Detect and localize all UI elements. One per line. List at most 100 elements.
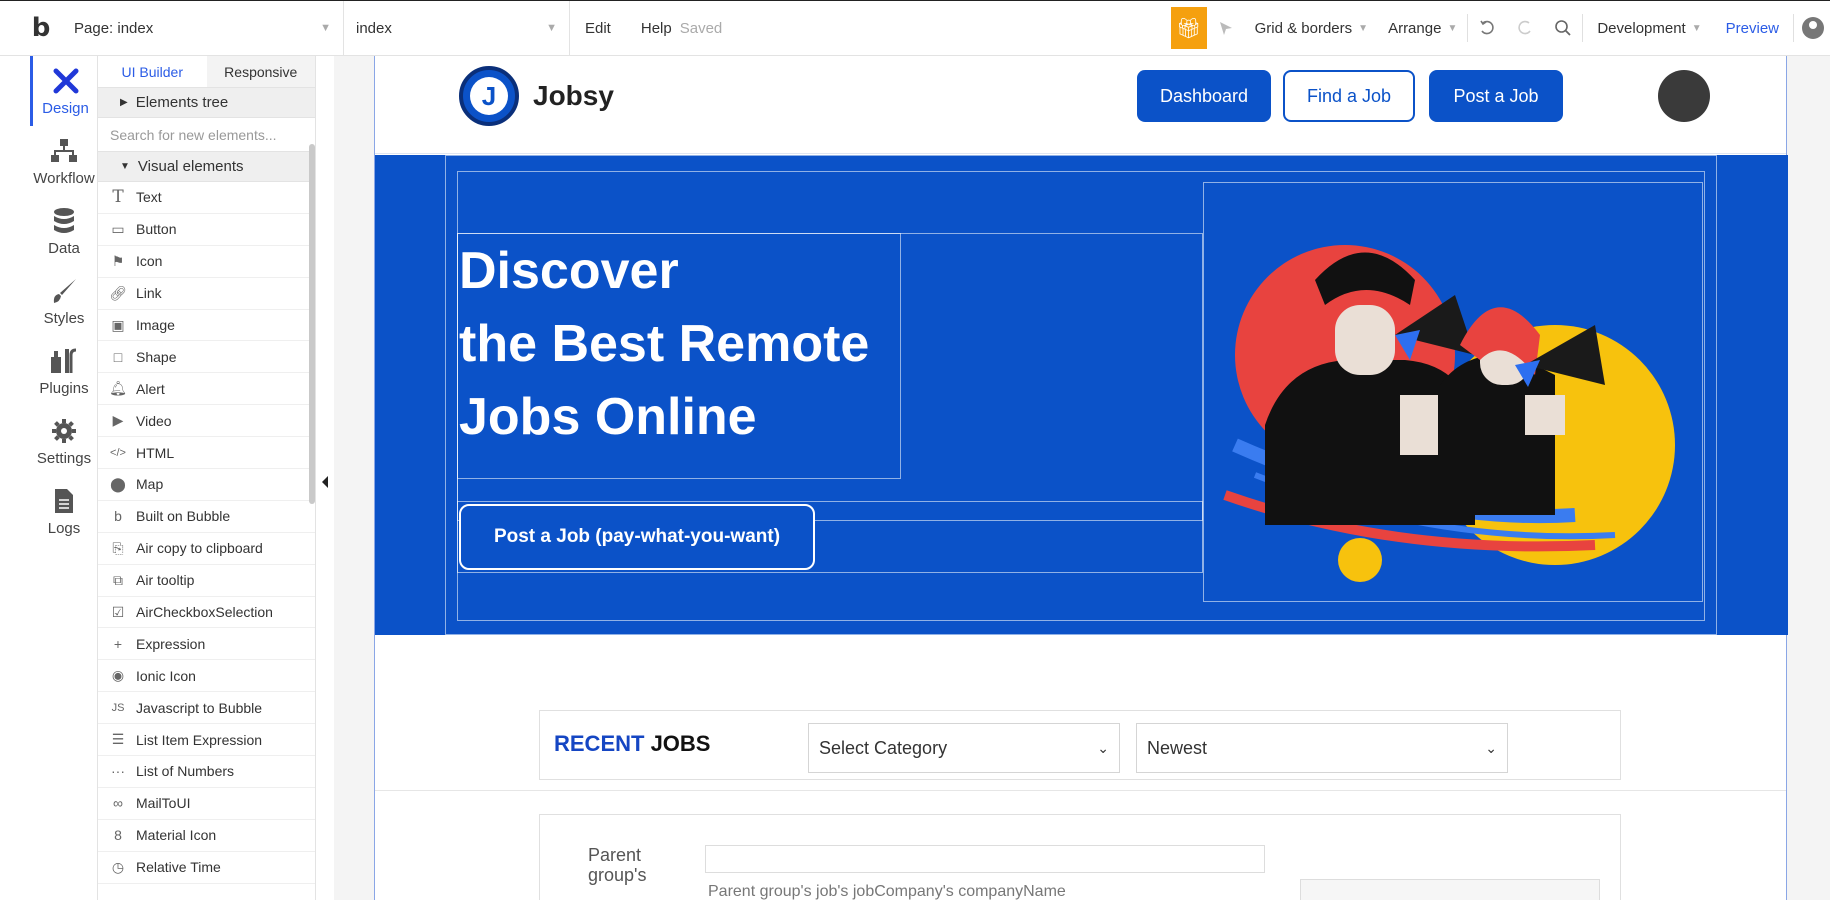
elements-tree-toggle[interactable]: ▶ Elements tree	[98, 88, 315, 118]
app-header[interactable]: J Jobsy Dashboard Find a Job Post a Job	[375, 56, 1786, 154]
rail-styles[interactable]: Styles	[30, 266, 98, 336]
button-icon: ▭	[111, 220, 125, 237]
gift-icon[interactable]: 🎁︎	[1170, 7, 1207, 49]
sort-select[interactable]: Newest ⌄	[1136, 723, 1508, 773]
element-item-button[interactable]: ▭ Button	[98, 214, 315, 246]
rail-design[interactable]: Design	[30, 56, 98, 126]
cursor-icon[interactable]	[1207, 1, 1245, 55]
hero-illustration	[1223, 245, 1675, 582]
element-item-map[interactable]: ⬤ Map	[98, 469, 315, 501]
element-item-label: Icon	[136, 253, 163, 270]
element-item-ionic-icon[interactable]: ◉ Ionic Icon	[98, 660, 315, 693]
hero-section[interactable]: Discover the Best Remote Jobs Online Pos…	[375, 155, 1788, 635]
chevron-down-icon: ▼	[1358, 22, 1369, 34]
development-menu[interactable]: Development ▼	[1583, 20, 1711, 37]
bell-icon: 🔔︎	[109, 380, 127, 397]
data-icon	[49, 206, 79, 236]
rg-cell-box	[705, 845, 1265, 873]
find-job-button[interactable]: Find a Job	[1283, 70, 1415, 122]
preview-button[interactable]: Preview	[1712, 20, 1793, 37]
element-item-built-on-bubble[interactable]: b Built on Bubble	[98, 501, 315, 533]
undo-icon[interactable]	[1468, 1, 1506, 55]
element-item-label: List Item Expression	[136, 731, 263, 748]
caret-right-icon: ▶	[120, 97, 128, 108]
grid-borders-menu[interactable]: Grid & borders ▼	[1245, 20, 1378, 37]
rg-company-name: Parent group's job's jobCompany's compan…	[708, 883, 1066, 900]
brand[interactable]: J Jobsy	[459, 66, 614, 126]
element-item-air-tooltip[interactable]: ⧉ Air tooltip	[98, 565, 315, 597]
js-icon: JS	[111, 701, 125, 714]
code-icon: </>	[110, 446, 126, 459]
category-select[interactable]: Select Category ⌄	[808, 723, 1120, 773]
post-job-pwyw-button[interactable]: Post a Job (pay-what-you-want)	[459, 504, 815, 570]
rail-workflow[interactable]: Workflow	[30, 126, 98, 196]
element-item-aircheckboxselection[interactable]: ☑ AirCheckboxSelection	[98, 597, 315, 629]
jobsy-logo: J	[459, 66, 519, 126]
rail-plugins[interactable]: Plugins	[30, 336, 98, 406]
design-icon	[51, 66, 81, 96]
element-item-label: Video	[136, 412, 172, 429]
element-item-relative-time[interactable]: ◷ Relative Time	[98, 852, 315, 884]
page-preview: J Jobsy Dashboard Find a Job Post a Job …	[374, 56, 1788, 900]
element-item-label: MailToUI	[136, 795, 191, 812]
tab-responsive[interactable]: Responsive	[206, 56, 315, 87]
user-account-icon[interactable]	[1802, 17, 1824, 39]
tab-ui-builder[interactable]: UI Builder	[98, 56, 207, 87]
element-item-label: Image	[136, 317, 175, 333]
chevron-down-icon: ▼	[1447, 22, 1458, 34]
element-item-label: Material Icon	[136, 827, 217, 844]
arrange-menu[interactable]: Arrange ▼	[1378, 20, 1467, 37]
bubble-icon: b	[114, 508, 122, 525]
panel-scrollbar[interactable]	[309, 144, 315, 504]
element-item-link[interactable]: 🔗︎ Link	[98, 278, 315, 310]
element-item-label: Relative Time	[136, 859, 221, 876]
chevron-down-icon: ⌄	[1097, 739, 1109, 756]
mail-icon: ∞	[113, 795, 123, 812]
element-item-text[interactable]: T Text	[98, 182, 315, 214]
element-item-label: HTML	[136, 444, 175, 461]
element-item-list-of-numbers[interactable]: ··· List of Numbers	[98, 756, 315, 788]
element-item-label: Text	[136, 189, 162, 206]
clock-icon: ◷	[111, 858, 125, 875]
edit-menu[interactable]: Edit	[570, 1, 626, 55]
text-icon: T	[112, 187, 124, 208]
rail-data[interactable]: Data	[30, 196, 98, 266]
avatar[interactable]	[1658, 70, 1710, 122]
element-item-expression[interactable]: + Expression	[98, 628, 315, 661]
rail-logs[interactable]: Logs	[30, 476, 98, 546]
element-item-icon[interactable]: ⚑ Icon	[98, 246, 315, 278]
element-item-air-copy-to-clipboard[interactable]: ⎘ Air copy to clipboard	[98, 533, 315, 565]
element-item-image[interactable]: ▣ Image	[98, 310, 315, 342]
bubble-logo-icon[interactable]: b	[20, 1, 62, 55]
element-item-material-icon[interactable]: 8 Material Icon	[98, 820, 315, 852]
checkbox-icon: ☑	[111, 603, 125, 620]
element-item-label: Javascript to Bubble	[136, 699, 263, 716]
element-item-html[interactable]: </> HTML	[98, 437, 315, 470]
plus-icon: +	[113, 635, 123, 652]
search-icon[interactable]	[1544, 1, 1582, 55]
element-item-list-item-expression[interactable]: ☰ List Item Expression	[98, 724, 315, 757]
element-item-javascript-to-bubble[interactable]: JS Javascript to Bubble	[98, 692, 315, 725]
element-item-label: Alert	[136, 380, 165, 397]
post-job-button[interactable]: Post a Job	[1429, 70, 1563, 122]
element-item-video[interactable]: ▶ Video	[98, 405, 315, 438]
collapse-panel-icon[interactable]	[322, 476, 328, 488]
element-item-label: Link	[136, 285, 162, 302]
help-menu[interactable]: Help	[626, 1, 674, 55]
element-item-alert[interactable]: 🔔︎ Alert	[98, 373, 315, 406]
settings-icon	[49, 416, 79, 446]
elements-panel: UI Builder Responsive ▶ Elements tree Se…	[98, 56, 316, 900]
element-selector[interactable]: index ▼	[344, 1, 570, 55]
rail-settings[interactable]: Settings	[30, 406, 98, 476]
element-search-input[interactable]: Search for new elements...	[98, 118, 315, 152]
element-item-shape[interactable]: □ Shape	[98, 341, 315, 374]
element-item-mailtoui[interactable]: ∞ MailToUI	[98, 788, 315, 820]
page-selector[interactable]: Page: index ▼	[62, 1, 344, 55]
visual-elements-toggle[interactable]: ▼ Visual elements	[98, 152, 315, 182]
rg-parent-text: Parent group's	[588, 845, 647, 885]
jobs-repeating-group[interactable]: Parent group's Parent group's job's jobC…	[539, 814, 1621, 900]
dashboard-button[interactable]: Dashboard	[1137, 70, 1271, 122]
redo-icon[interactable]	[1506, 1, 1544, 55]
save-status: Saved	[679, 19, 723, 37]
panel-tabs: UI Builder Responsive	[98, 56, 315, 88]
